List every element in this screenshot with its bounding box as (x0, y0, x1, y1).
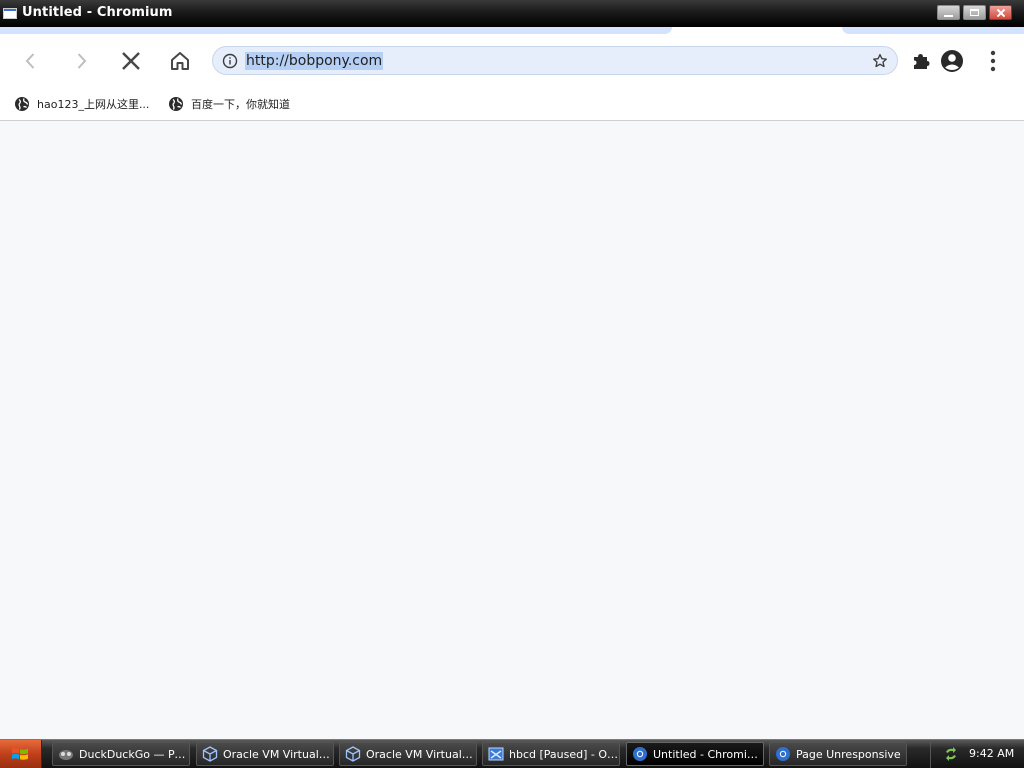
tab-strip (0, 27, 1024, 34)
bookmark-label: hao123_上网从这里... (37, 98, 150, 111)
windows-logo-icon (12, 748, 28, 760)
stop-loading-button[interactable] (114, 44, 148, 78)
taskbar-button[interactable]: Oracle VM VirtualB... (196, 742, 334, 766)
profile-button[interactable] (935, 44, 969, 78)
page-content-area[interactable] (0, 121, 1024, 739)
close-icon (990, 6, 1011, 19)
address-bar-url[interactable]: http://bobpony.com (245, 52, 384, 70)
maximize-icon (964, 6, 985, 19)
home-icon (171, 52, 189, 70)
globe-icon (15, 97, 29, 111)
taskbar-button[interactable]: Oracle VM VirtualB... (339, 742, 477, 766)
forward-button[interactable] (64, 44, 98, 78)
taskbar-button-label: Untitled - Chromium (653, 747, 763, 761)
taskbar-button-label: Oracle VM VirtualB... (366, 747, 476, 761)
bookmark-item[interactable]: hao123_上网从这里... (14, 94, 149, 114)
taskbar-button[interactable]: Page Unresponsive (769, 742, 907, 766)
duckduckgo-icon (59, 750, 73, 760)
taskbar-clock[interactable]: 9:42 AM (969, 747, 1014, 760)
tab-strip-segment (842, 27, 1024, 34)
minimize-icon (938, 6, 959, 19)
tab-strip-segment (0, 27, 672, 34)
bookmark-star-icon[interactable] (872, 53, 888, 69)
account-avatar-icon (941, 50, 963, 72)
browser-toolbar: http://bobpony.com (0, 34, 1024, 88)
browser-menu-button[interactable] (976, 44, 1010, 78)
system-tray: 9:42 AM (930, 740, 1024, 768)
three-dots-vertical-icon (990, 50, 996, 72)
extensions-button[interactable] (904, 44, 938, 78)
stop-x-icon (122, 52, 140, 70)
close-button[interactable] (989, 5, 1012, 20)
taskbar-button-label: Page Unresponsive (796, 747, 901, 761)
window-app-icon (3, 8, 17, 19)
taskbar-button-label: Oracle VM VirtualB... (223, 747, 333, 761)
taskbar: DuckDuckGo — Pri... Oracle VM VirtualB..… (0, 739, 1024, 768)
taskbar-button[interactable]: DuckDuckGo — Pri... (52, 742, 190, 766)
home-button[interactable] (163, 44, 197, 78)
vm-window-icon (488, 747, 504, 761)
window-title: Untitled - Chromium (22, 5, 173, 20)
forward-arrow-icon (77, 53, 87, 69)
window-title-bar[interactable]: Untitled - Chromium (0, 0, 1024, 28)
network-sync-icon[interactable] (943, 746, 959, 762)
maximize-button[interactable] (963, 5, 986, 20)
chromium-icon (776, 747, 790, 761)
virtualbox-icon (202, 746, 218, 762)
globe-icon (169, 97, 183, 111)
bookmark-item[interactable]: 百度一下，你就知道 (168, 94, 290, 114)
back-arrow-icon (25, 53, 35, 69)
taskbar-button-label: DuckDuckGo — Pri... (79, 747, 189, 761)
address-bar[interactable]: http://bobpony.com (212, 46, 898, 75)
bookmarks-bar: hao123_上网从这里... 百度一下，你就知道 (0, 88, 1024, 121)
bookmark-label: 百度一下，你就知道 (191, 98, 290, 111)
virtualbox-icon (345, 746, 361, 762)
back-button[interactable] (14, 44, 48, 78)
taskbar-button-active[interactable]: Untitled - Chromium (626, 742, 764, 766)
puzzle-piece-icon (914, 54, 930, 69)
start-button[interactable] (0, 740, 42, 768)
minimize-button[interactable] (937, 5, 960, 20)
site-info-icon[interactable] (222, 53, 238, 69)
chromium-icon (633, 747, 647, 761)
taskbar-button-label: hbcd [Paused] - Or... (509, 747, 619, 761)
taskbar-button[interactable]: hbcd [Paused] - Or... (482, 742, 620, 766)
